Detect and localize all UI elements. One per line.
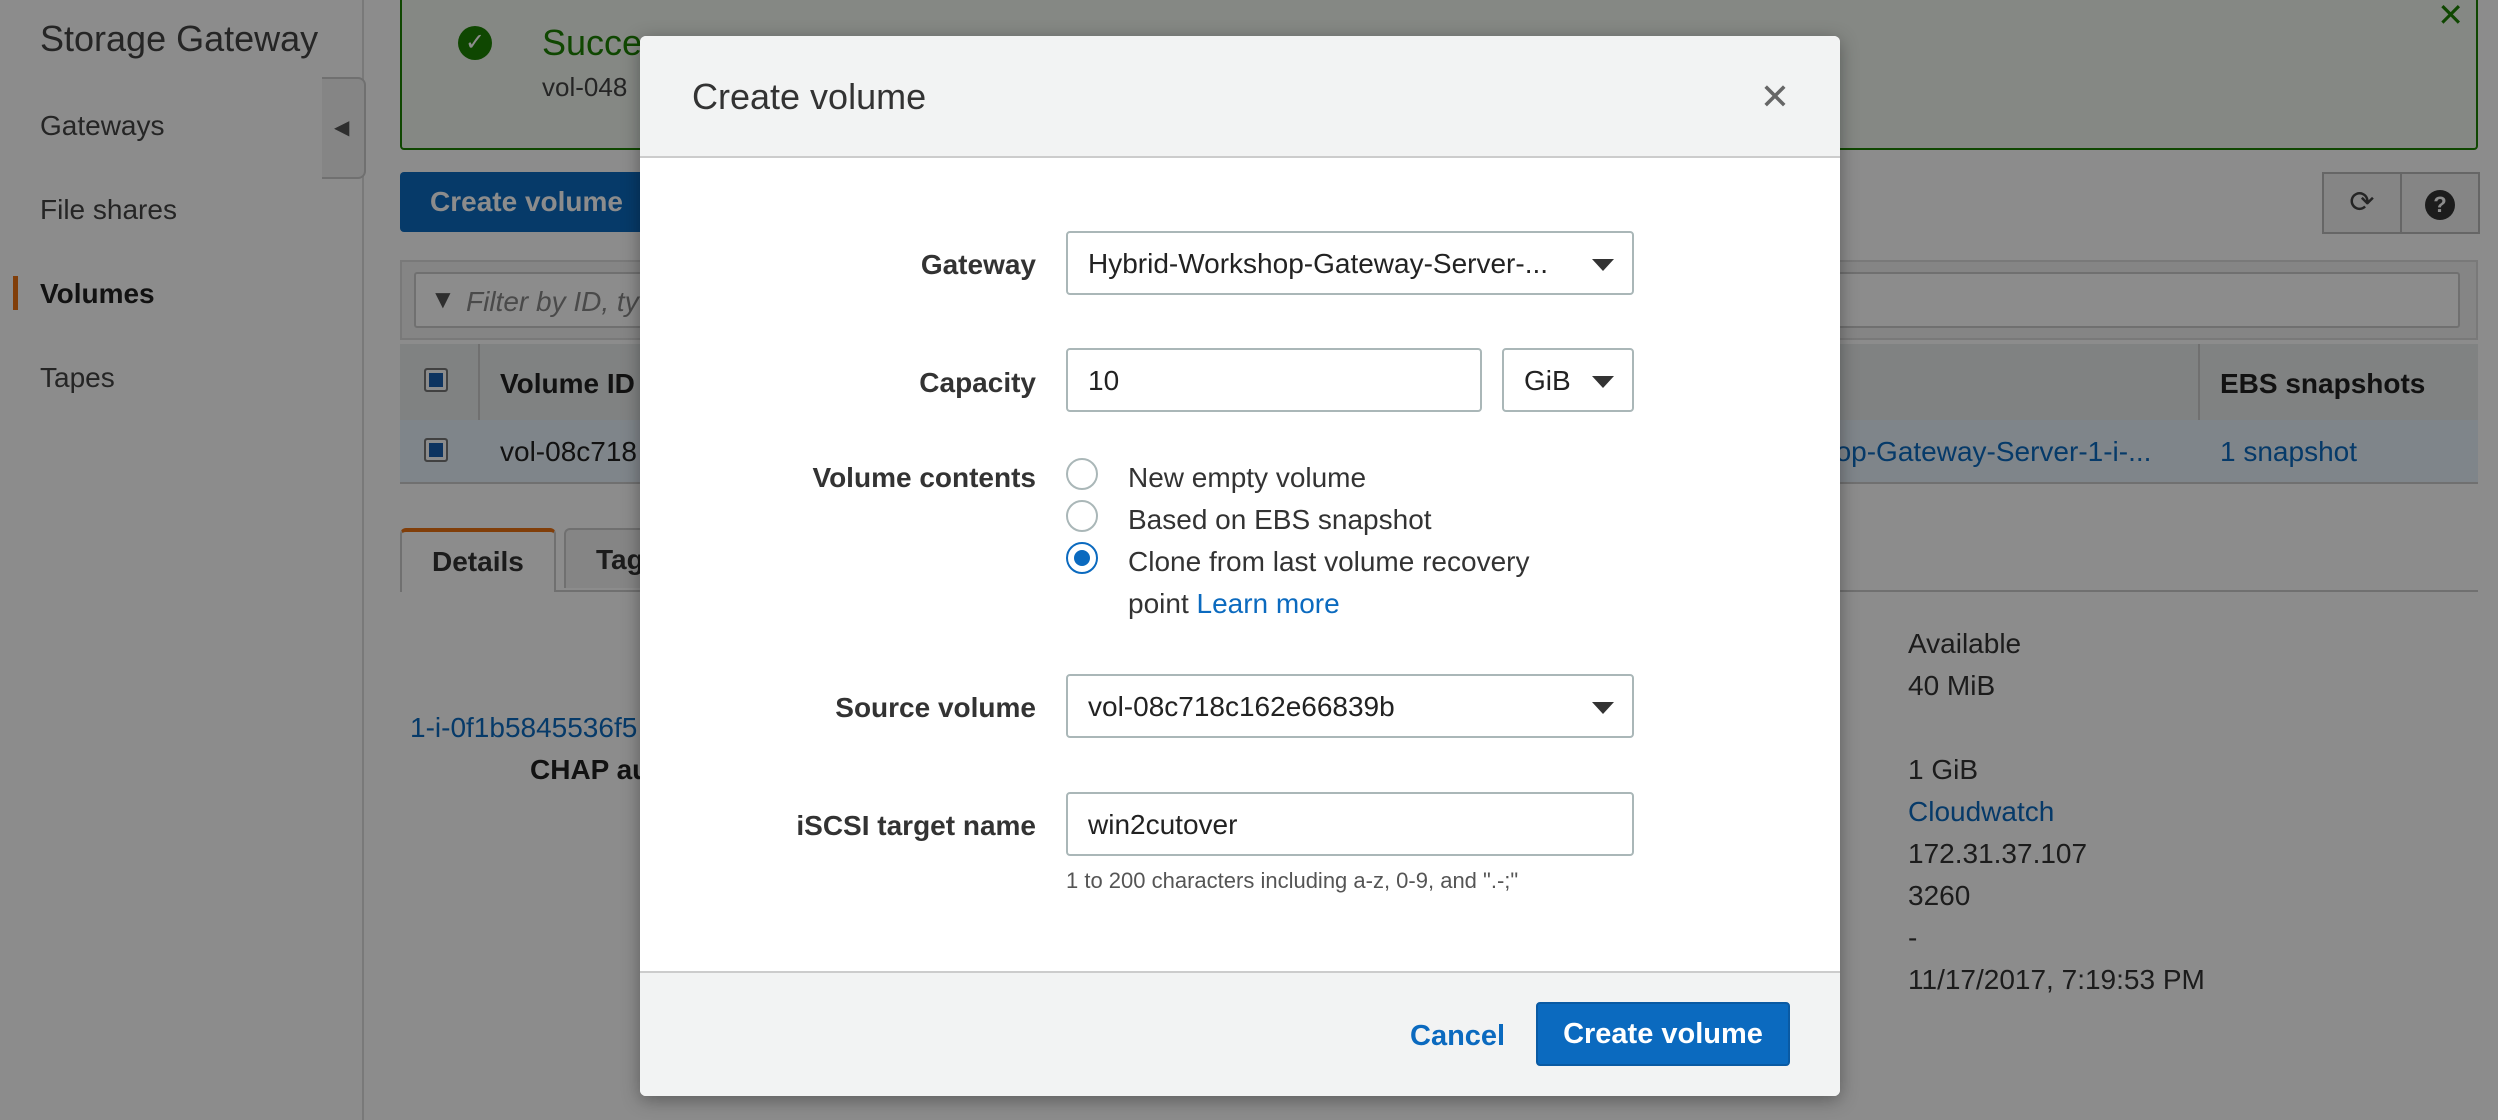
radio-label[interactable]: Based on EBS snapshot [1128, 504, 1432, 536]
close-icon[interactable]: ✕ [1760, 76, 1790, 118]
create-volume-submit-button[interactable]: Create volume [1536, 1002, 1790, 1066]
radio-label-continued: point Learn more [1128, 588, 1340, 620]
radio-label[interactable]: New empty volume [1128, 462, 1366, 494]
chevron-down-icon [1592, 376, 1614, 388]
source-volume-value: vol-08c718c162e66839b [1088, 691, 1395, 722]
dialog-title: Create volume [692, 76, 927, 117]
volume-contents-label: Volume contents [812, 462, 1036, 493]
dialog-header: Create volume ✕ [640, 36, 1840, 158]
source-volume-label: Source volume [835, 692, 1036, 723]
capacity-unit-select[interactable]: GiB [1502, 348, 1634, 412]
iscsi-target-input[interactable]: win2cutover [1066, 792, 1634, 856]
capacity-unit-value: GiB [1524, 365, 1571, 396]
learn-more-link[interactable]: Learn more [1197, 588, 1340, 619]
gateway-label: Gateway [920, 249, 1036, 280]
iscsi-hint: 1 to 200 characters including a-z, 0-9, … [1066, 868, 1519, 893]
create-volume-dialog: Create volume ✕ Gateway Hybrid-Workshop-… [640, 36, 1840, 1096]
chevron-down-icon [1592, 259, 1614, 271]
radio-label[interactable]: Clone from last volume recovery [1128, 546, 1529, 578]
cancel-button[interactable]: Cancel [1410, 1020, 1505, 1053]
gateway-select[interactable]: Hybrid-Workshop-Gateway-Server-... [1066, 231, 1634, 295]
source-volume-select[interactable]: vol-08c718c162e66839b [1066, 674, 1634, 738]
radio-clone-recovery-point[interactable] [1066, 542, 1098, 574]
gateway-value: Hybrid-Workshop-Gateway-Server-... [1088, 248, 1549, 279]
radio-new-empty-volume[interactable] [1066, 458, 1098, 490]
capacity-input[interactable]: 10 [1066, 348, 1482, 412]
iscsi-target-label: iSCSI target name [796, 810, 1036, 841]
capacity-label: Capacity [919, 367, 1036, 398]
radio-label-continuation: point [1128, 588, 1189, 619]
radio-ebs-snapshot[interactable] [1066, 500, 1098, 532]
capacity-value: 10 [1088, 365, 1120, 396]
chevron-down-icon [1592, 702, 1614, 714]
iscsi-target-value: win2cutover [1088, 809, 1238, 840]
